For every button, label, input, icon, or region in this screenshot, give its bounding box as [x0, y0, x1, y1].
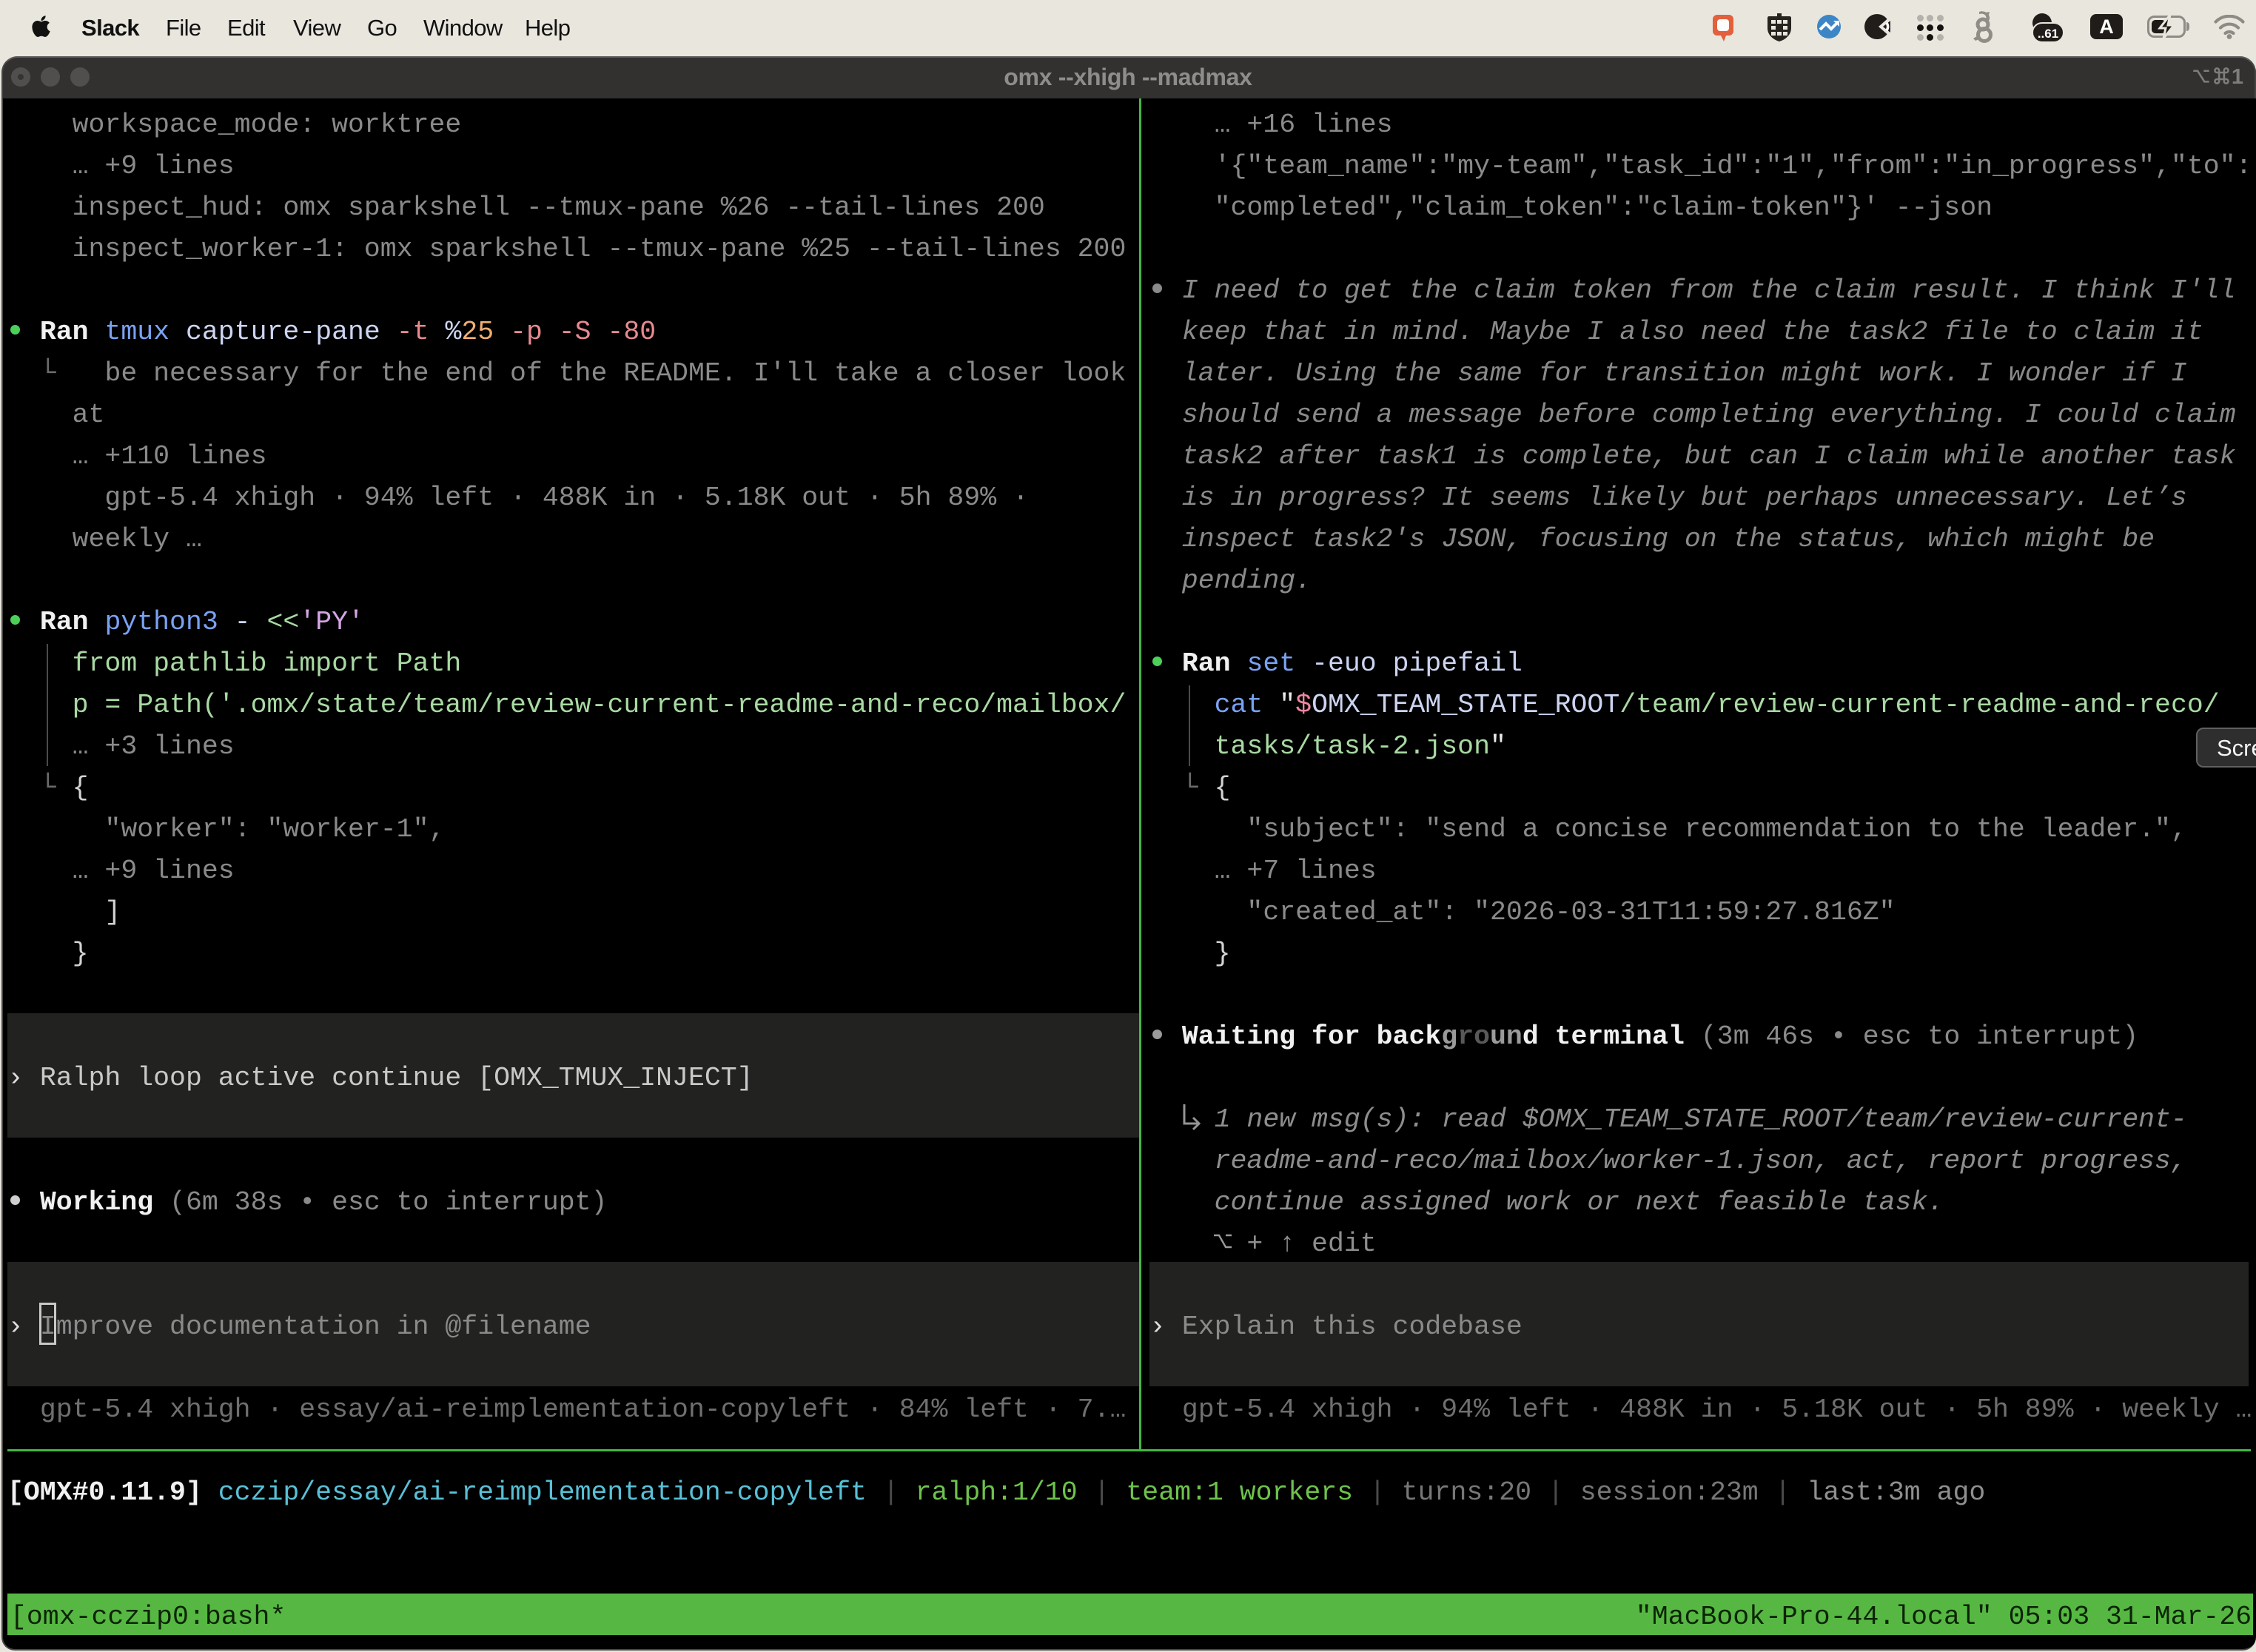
svg-text:..61: ..61	[2038, 27, 2058, 41]
